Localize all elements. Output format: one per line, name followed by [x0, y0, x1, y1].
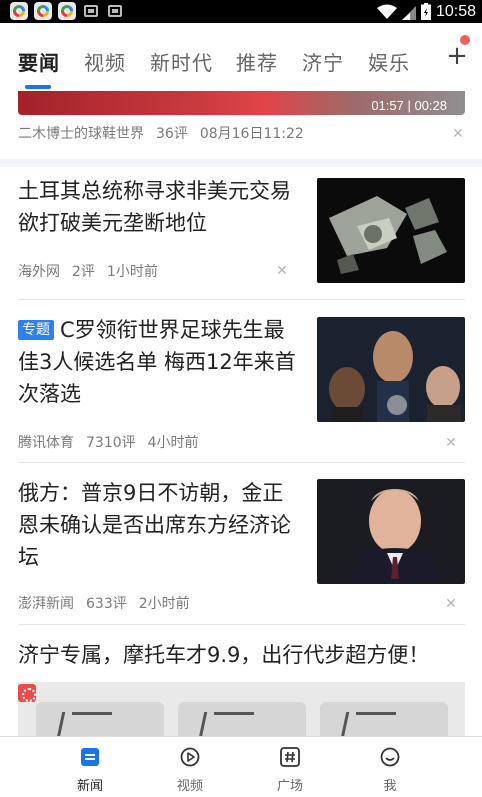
article-meta: 澎湃新闻 633评 2小时前	[18, 593, 202, 613]
product-image	[36, 702, 164, 736]
tab-shipin[interactable]: 视频	[84, 47, 126, 76]
dislike-close-icon[interactable]: ✕	[275, 264, 289, 278]
message-notification-icon	[108, 5, 122, 17]
product-image	[320, 702, 448, 736]
battery-icon	[420, 3, 431, 20]
divider	[18, 462, 465, 463]
ad-image	[18, 682, 465, 736]
topic-badge: 专题	[18, 320, 54, 340]
status-bar: 10:58	[0, 0, 482, 23]
tab-xinshidai[interactable]: 新时代	[150, 47, 213, 76]
hashtag-icon	[280, 747, 300, 767]
article-source: 澎湃新闻	[18, 596, 74, 612]
nav-label: 广场	[276, 779, 303, 794]
article-source: 海外网	[18, 264, 60, 280]
news-feed[interactable]: 01:57 | 00:28 二木博士的球鞋世界 36评 08月16日11:22 ✕ …	[0, 91, 482, 736]
app-notification-icon	[34, 2, 52, 20]
nav-me[interactable]: 我	[350, 737, 430, 797]
video-thumbnail[interactable]: 01:57 | 00:28	[18, 91, 465, 115]
nav-label: 我	[383, 779, 397, 794]
app-notification-icon	[10, 2, 28, 20]
article-meta: 海外网 2评 1小时前	[18, 261, 170, 281]
divider	[18, 299, 465, 300]
news-icon	[81, 748, 99, 766]
play-icon	[180, 747, 200, 767]
message-notification-icon	[84, 5, 98, 17]
article-comments: 2评	[72, 264, 95, 280]
dislike-close-icon[interactable]: ✕	[444, 597, 458, 611]
article-title: 土耳其总统称寻求非美元交易 欲打破美元垄断地位	[18, 179, 291, 235]
article-time: 08月16日11:22	[199, 126, 304, 142]
article-title-text: C罗领衔世界足球先生最佳3人候选名单 梅西12年来首次落选	[18, 318, 296, 406]
article-title: 专题 C罗领衔世界足球先生最佳3人候选名单 梅西12年来首次落选	[18, 314, 298, 410]
section-divider	[0, 159, 482, 167]
screen: 10:58 要闻 视频 新时代 推荐 济宁 娱乐 + 01:57 | 00:28…	[0, 0, 482, 797]
article-meta: 腾讯体育 7310评 4小时前	[18, 432, 211, 452]
article-comments: 633评	[86, 596, 127, 612]
tab-jining[interactable]: 济宁	[302, 47, 344, 76]
nav-square[interactable]: 广场	[250, 737, 330, 797]
article-source: 二木博士的球鞋世界	[18, 126, 144, 142]
tab-yaowen[interactable]: 要闻	[18, 47, 60, 76]
dislike-close-icon[interactable]: ✕	[451, 127, 465, 141]
clock: 10:58	[435, 2, 476, 20]
ad-title: 济宁专属，摩托车才9.9，出行代步超方便！	[18, 643, 430, 667]
tab-yule[interactable]: 娱乐	[368, 47, 410, 76]
article-title: 俄方：普京9日不访朝，金正恩未确认是否出席东方经济论坛	[18, 481, 291, 569]
wifi-icon	[376, 4, 397, 19]
channel-tab-bar: 要闻 视频 新时代 推荐 济宁 娱乐 +	[0, 23, 482, 91]
tab-tuijian[interactable]: 推荐	[236, 47, 278, 76]
nav-news[interactable]: 新闻	[50, 737, 130, 797]
notification-dot	[460, 35, 470, 45]
add-channel-button[interactable]: +	[446, 41, 468, 71]
signal-icon	[401, 5, 416, 20]
article-time: 1小时前	[106, 264, 158, 280]
smile-icon	[380, 747, 400, 767]
active-tab-indicator	[25, 85, 51, 89]
divider	[18, 624, 465, 625]
article-comments: 7310评	[86, 435, 136, 451]
article-time: 2小时前	[138, 596, 190, 612]
nav-label: 视频	[176, 779, 203, 794]
nav-video[interactable]: 视频	[150, 737, 230, 797]
nav-label: 新闻	[76, 779, 103, 794]
article-thumbnail	[317, 479, 465, 584]
app-notification-icon	[58, 2, 76, 20]
advertiser-logo-icon	[18, 684, 36, 702]
article-comments: 36评	[156, 126, 188, 142]
article-meta: 二木博士的球鞋世界 36评 08月16日11:22	[18, 123, 316, 143]
article-time: 4小时前	[147, 435, 199, 451]
video-duration: 01:57 | 00:28	[371, 98, 447, 113]
bottom-nav: 新闻 视频 广场 我	[0, 736, 482, 797]
article-source: 腾讯体育	[18, 435, 74, 451]
dislike-close-icon[interactable]: ✕	[444, 436, 458, 450]
article-thumbnail	[317, 317, 465, 422]
article-thumbnail	[317, 178, 465, 283]
product-image	[178, 702, 306, 736]
